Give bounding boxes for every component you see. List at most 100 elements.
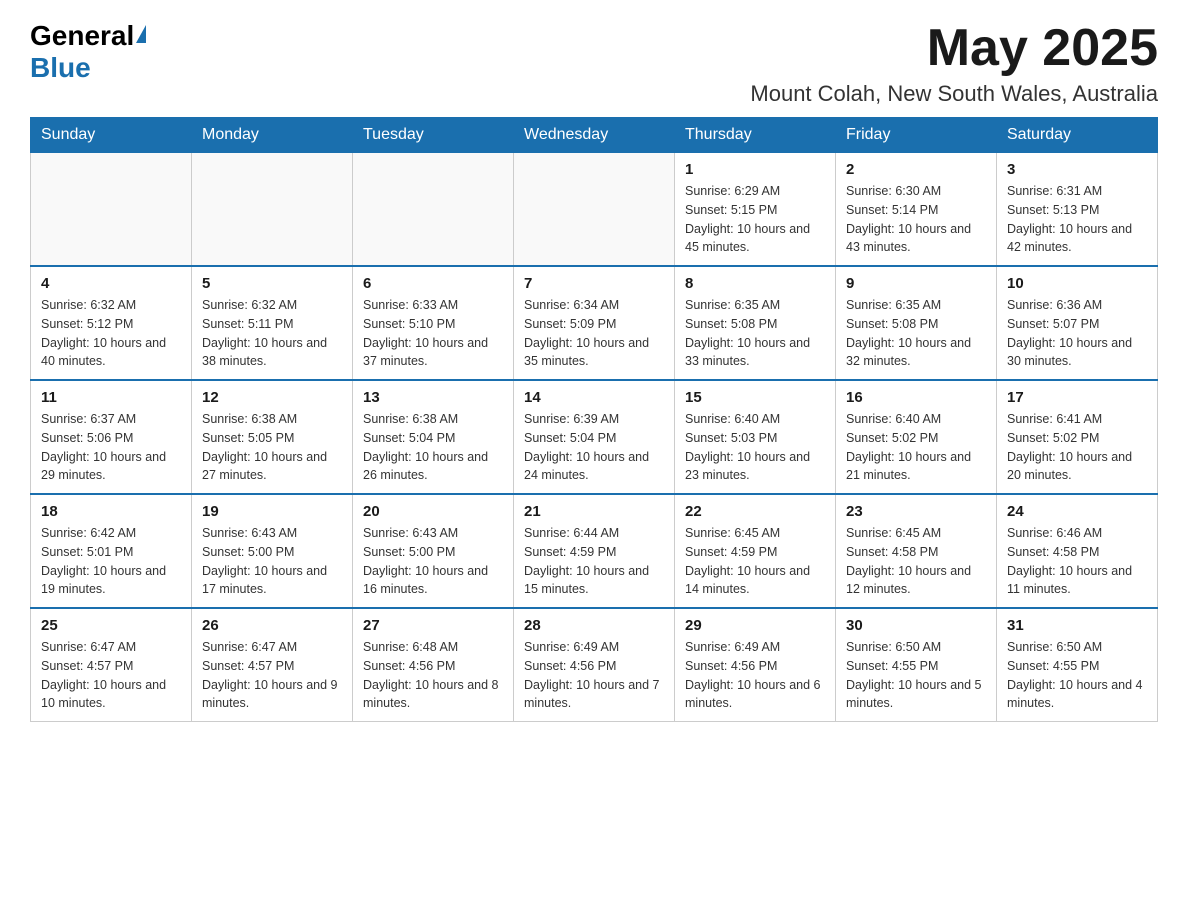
calendar-cell: 10 Sunrise: 6:36 AMSunset: 5:07 PMDayligh…	[997, 266, 1158, 380]
month-title: May 2025	[750, 20, 1158, 77]
day-info: Sunrise: 6:43 AMSunset: 5:00 PMDaylight:…	[363, 524, 503, 599]
day-number: 7	[524, 275, 664, 292]
logo-general-text: General	[30, 20, 134, 52]
day-number: 3	[1007, 161, 1147, 178]
calendar-header-tuesday: Tuesday	[353, 118, 514, 153]
calendar-cell: 11Sunrise: 6:37 AMSunset: 5:06 PMDayligh…	[31, 380, 192, 494]
calendar-cell: 26 Sunrise: 6:47 AMSunset: 4:57 PMDayligh…	[192, 608, 353, 722]
day-info: Sunrise: 6:32 AMSunset: 5:12 PMDaylight:…	[41, 296, 181, 371]
calendar-cell: 13 Sunrise: 6:38 AMSunset: 5:04 PMDayligh…	[353, 380, 514, 494]
calendar-cell: 7Sunrise: 6:34 AMSunset: 5:09 PMDaylight…	[514, 266, 675, 380]
day-number: 1	[685, 161, 825, 178]
day-number: 30	[846, 617, 986, 634]
calendar-cell: 1 Sunrise: 6:29 AMSunset: 5:15 PMDaylight…	[675, 153, 836, 267]
logo-triangle-icon	[136, 25, 146, 43]
day-info: Sunrise: 6:47 AMSunset: 4:57 PMDaylight:…	[41, 638, 181, 713]
day-number: 29	[685, 617, 825, 634]
logo-blue-part	[134, 25, 146, 47]
day-info: Sunrise: 6:35 AMSunset: 5:08 PMDaylight:…	[846, 296, 986, 371]
calendar-cell: 31 Sunrise: 6:50 AMSunset: 4:55 PMDayligh…	[997, 608, 1158, 722]
day-number: 17	[1007, 389, 1147, 406]
day-info: Sunrise: 6:48 AMSunset: 4:56 PMDaylight:…	[363, 638, 503, 713]
day-number: 19	[202, 503, 342, 520]
day-info: Sunrise: 6:43 AMSunset: 5:00 PMDaylight:…	[202, 524, 342, 599]
calendar-cell: 4 Sunrise: 6:32 AMSunset: 5:12 PMDaylight…	[31, 266, 192, 380]
day-number: 13	[363, 389, 503, 406]
calendar: SundayMondayTuesdayWednesdayThursdayFrid…	[30, 117, 1158, 722]
calendar-cell: 3 Sunrise: 6:31 AMSunset: 5:13 PMDaylight…	[997, 153, 1158, 267]
day-number: 16	[846, 389, 986, 406]
day-number: 20	[363, 503, 503, 520]
day-info: Sunrise: 6:45 AMSunset: 4:58 PMDaylight:…	[846, 524, 986, 599]
day-number: 14	[524, 389, 664, 406]
calendar-cell	[192, 153, 353, 267]
day-info: Sunrise: 6:49 AMSunset: 4:56 PMDaylight:…	[524, 638, 664, 713]
day-info: Sunrise: 6:38 AMSunset: 5:04 PMDaylight:…	[363, 410, 503, 485]
calendar-cell	[514, 153, 675, 267]
calendar-header-saturday: Saturday	[997, 118, 1158, 153]
day-number: 4	[41, 275, 181, 292]
calendar-cell: 23 Sunrise: 6:45 AMSunset: 4:58 PMDayligh…	[836, 494, 997, 608]
calendar-week-row: 1 Sunrise: 6:29 AMSunset: 5:15 PMDaylight…	[31, 153, 1158, 267]
day-number: 27	[363, 617, 503, 634]
calendar-cell: 14 Sunrise: 6:39 AMSunset: 5:04 PMDayligh…	[514, 380, 675, 494]
calendar-cell: 8 Sunrise: 6:35 AMSunset: 5:08 PMDaylight…	[675, 266, 836, 380]
day-number: 8	[685, 275, 825, 292]
day-info: Sunrise: 6:50 AMSunset: 4:55 PMDaylight:…	[846, 638, 986, 713]
calendar-week-row: 18 Sunrise: 6:42 AMSunset: 5:01 PMDayligh…	[31, 494, 1158, 608]
calendar-cell: 24Sunrise: 6:46 AMSunset: 4:58 PMDayligh…	[997, 494, 1158, 608]
calendar-cell: 17 Sunrise: 6:41 AMSunset: 5:02 PMDayligh…	[997, 380, 1158, 494]
day-number: 26	[202, 617, 342, 634]
calendar-header-monday: Monday	[192, 118, 353, 153]
day-info: Sunrise: 6:45 AMSunset: 4:59 PMDaylight:…	[685, 524, 825, 599]
day-info: Sunrise: 6:35 AMSunset: 5:08 PMDaylight:…	[685, 296, 825, 371]
day-number: 6	[363, 275, 503, 292]
day-info: Sunrise: 6:44 AMSunset: 4:59 PMDaylight:…	[524, 524, 664, 599]
calendar-cell: 5Sunrise: 6:32 AMSunset: 5:11 PMDaylight…	[192, 266, 353, 380]
day-number: 25	[41, 617, 181, 634]
calendar-cell: 16Sunrise: 6:40 AMSunset: 5:02 PMDayligh…	[836, 380, 997, 494]
calendar-cell: 18 Sunrise: 6:42 AMSunset: 5:01 PMDayligh…	[31, 494, 192, 608]
day-info: Sunrise: 6:33 AMSunset: 5:10 PMDaylight:…	[363, 296, 503, 371]
calendar-cell: 9 Sunrise: 6:35 AMSunset: 5:08 PMDaylight…	[836, 266, 997, 380]
calendar-cell: 29Sunrise: 6:49 AMSunset: 4:56 PMDayligh…	[675, 608, 836, 722]
calendar-cell: 28Sunrise: 6:49 AMSunset: 4:56 PMDayligh…	[514, 608, 675, 722]
calendar-cell: 12Sunrise: 6:38 AMSunset: 5:05 PMDayligh…	[192, 380, 353, 494]
day-info: Sunrise: 6:41 AMSunset: 5:02 PMDaylight:…	[1007, 410, 1147, 485]
title-area: May 2025 Mount Colah, New South Wales, A…	[750, 20, 1158, 107]
day-info: Sunrise: 6:39 AMSunset: 5:04 PMDaylight:…	[524, 410, 664, 485]
day-info: Sunrise: 6:38 AMSunset: 5:05 PMDaylight:…	[202, 410, 342, 485]
calendar-week-row: 11Sunrise: 6:37 AMSunset: 5:06 PMDayligh…	[31, 380, 1158, 494]
day-info: Sunrise: 6:42 AMSunset: 5:01 PMDaylight:…	[41, 524, 181, 599]
day-number: 15	[685, 389, 825, 406]
day-number: 23	[846, 503, 986, 520]
day-info: Sunrise: 6:29 AMSunset: 5:15 PMDaylight:…	[685, 182, 825, 257]
day-info: Sunrise: 6:36 AMSunset: 5:07 PMDaylight:…	[1007, 296, 1147, 371]
calendar-header-wednesday: Wednesday	[514, 118, 675, 153]
day-info: Sunrise: 6:31 AMSunset: 5:13 PMDaylight:…	[1007, 182, 1147, 257]
day-info: Sunrise: 6:47 AMSunset: 4:57 PMDaylight:…	[202, 638, 342, 713]
day-number: 21	[524, 503, 664, 520]
calendar-cell: 27 Sunrise: 6:48 AMSunset: 4:56 PMDayligh…	[353, 608, 514, 722]
calendar-cell: 30 Sunrise: 6:50 AMSunset: 4:55 PMDayligh…	[836, 608, 997, 722]
location-title: Mount Colah, New South Wales, Australia	[750, 81, 1158, 107]
day-number: 31	[1007, 617, 1147, 634]
calendar-cell: 15 Sunrise: 6:40 AMSunset: 5:03 PMDayligh…	[675, 380, 836, 494]
calendar-header-row: SundayMondayTuesdayWednesdayThursdayFrid…	[31, 118, 1158, 153]
day-number: 10	[1007, 275, 1147, 292]
calendar-cell	[353, 153, 514, 267]
day-info: Sunrise: 6:32 AMSunset: 5:11 PMDaylight:…	[202, 296, 342, 371]
calendar-cell: 6 Sunrise: 6:33 AMSunset: 5:10 PMDaylight…	[353, 266, 514, 380]
day-info: Sunrise: 6:50 AMSunset: 4:55 PMDaylight:…	[1007, 638, 1147, 713]
day-info: Sunrise: 6:40 AMSunset: 5:03 PMDaylight:…	[685, 410, 825, 485]
calendar-cell: 19 Sunrise: 6:43 AMSunset: 5:00 PMDayligh…	[192, 494, 353, 608]
day-number: 9	[846, 275, 986, 292]
calendar-header-sunday: Sunday	[31, 118, 192, 153]
day-number: 18	[41, 503, 181, 520]
calendar-cell: 21 Sunrise: 6:44 AMSunset: 4:59 PMDayligh…	[514, 494, 675, 608]
day-number: 22	[685, 503, 825, 520]
calendar-week-row: 25 Sunrise: 6:47 AMSunset: 4:57 PMDayligh…	[31, 608, 1158, 722]
calendar-cell: 20 Sunrise: 6:43 AMSunset: 5:00 PMDayligh…	[353, 494, 514, 608]
calendar-cell: 25 Sunrise: 6:47 AMSunset: 4:57 PMDayligh…	[31, 608, 192, 722]
day-number: 2	[846, 161, 986, 178]
